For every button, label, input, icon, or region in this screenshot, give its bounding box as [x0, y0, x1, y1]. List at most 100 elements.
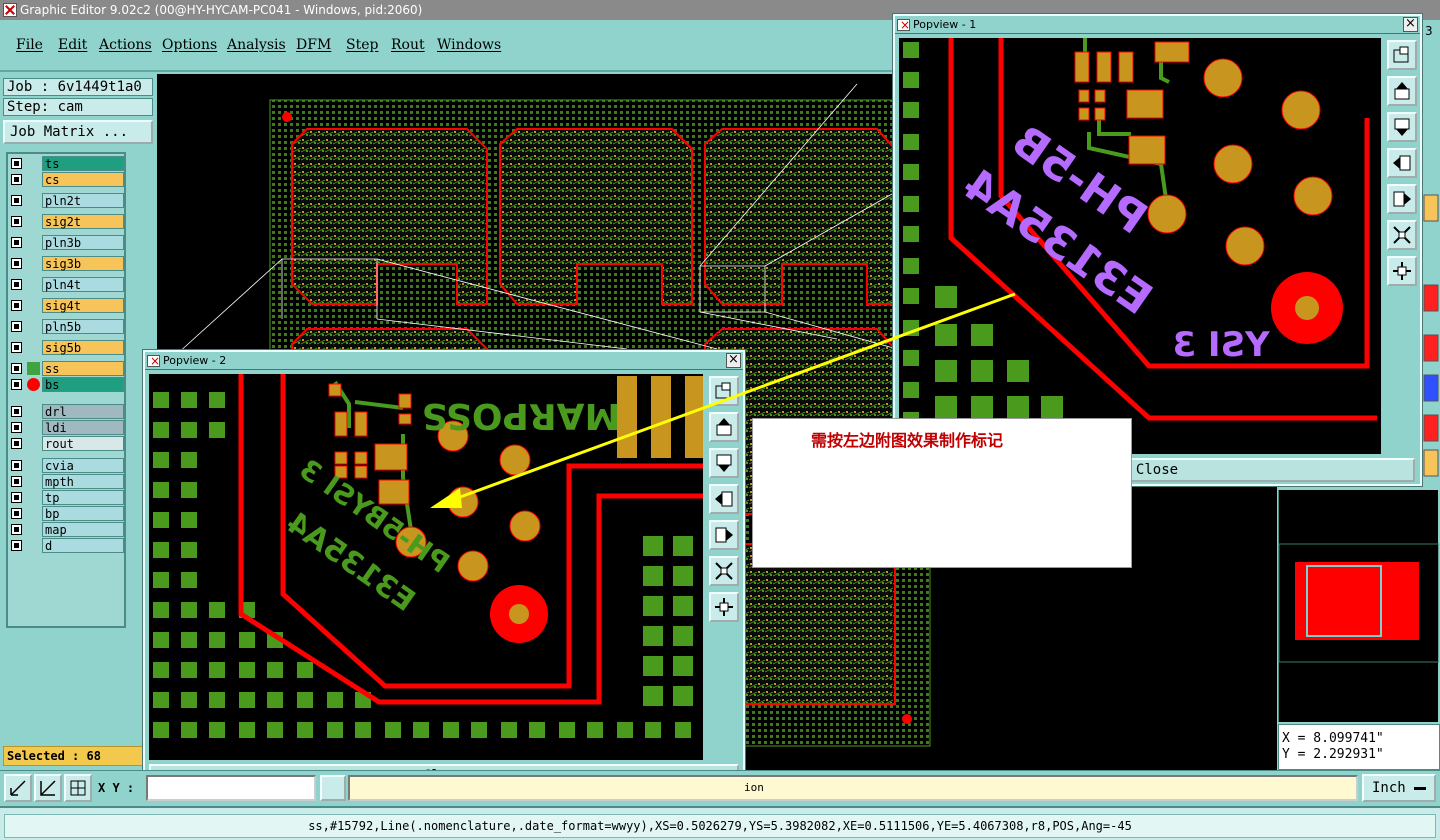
popview-2-zoom-out-icon[interactable] — [709, 556, 739, 586]
layer-row-sig5b[interactable]: sig5b — [8, 340, 124, 355]
measure-icon[interactable] — [4, 774, 32, 802]
snap-icon[interactable] — [34, 774, 62, 802]
layer-name[interactable]: bs — [42, 377, 124, 392]
layer-checkbox[interactable] — [11, 279, 22, 290]
layer-name[interactable]: mpth — [42, 474, 124, 489]
popview-1-zoom-out-icon[interactable] — [1387, 220, 1417, 250]
menu-file[interactable]: File — [16, 37, 43, 53]
layer-name[interactable]: ts — [42, 156, 124, 171]
layer-checkbox[interactable] — [11, 258, 22, 269]
popview-1-zoom-in-icon[interactable] — [1387, 256, 1417, 286]
popview-2-pan-up-icon[interactable] — [709, 412, 739, 442]
layer-name[interactable]: pln2t — [42, 193, 124, 208]
layer-checkbox[interactable] — [11, 460, 22, 471]
layer-checkbox[interactable] — [11, 476, 22, 487]
layer-row-d[interactable]: d — [8, 538, 124, 553]
layer-checkbox[interactable] — [11, 174, 22, 185]
layer-name[interactable]: bp — [42, 506, 124, 521]
layer-checkbox[interactable] — [11, 342, 22, 353]
app-icon[interactable] — [3, 3, 17, 17]
layer-name[interactable]: pln4t — [42, 277, 124, 292]
menu-options[interactable]: Options — [162, 37, 217, 53]
menu-step[interactable]: Step — [346, 37, 378, 53]
layer-checkbox[interactable] — [11, 379, 22, 390]
layer-checkbox[interactable] — [11, 422, 22, 433]
grid-icon[interactable] — [64, 774, 92, 802]
popview-2-zoom-in-icon[interactable] — [709, 592, 739, 622]
layer-checkbox[interactable] — [11, 406, 22, 417]
popview-1-pan-right-icon[interactable] — [1387, 184, 1417, 214]
layer-row-drl[interactable]: drl — [8, 404, 124, 419]
layer-name[interactable]: rout — [42, 436, 124, 451]
layer-checkbox[interactable] — [11, 524, 22, 535]
layer-checkbox[interactable] — [11, 540, 22, 551]
layer-name[interactable]: cs — [42, 172, 124, 187]
layer-checkbox[interactable] — [11, 438, 22, 449]
xy-apply-button[interactable] — [320, 775, 346, 801]
layer-row-ss[interactable]: ss — [8, 361, 124, 376]
layer-row-ldi[interactable]: ldi — [8, 420, 124, 435]
layer-checkbox[interactable] — [11, 158, 22, 169]
layer-row-ts[interactable]: ts — [8, 156, 124, 171]
menu-actions[interactable]: Actions — [99, 37, 152, 53]
layer-name[interactable]: ss — [42, 361, 124, 376]
layer-name[interactable]: sig2t — [42, 214, 124, 229]
job-matrix-button[interactable]: Job Matrix ... — [3, 120, 153, 144]
popview-1-pan-up-icon[interactable] — [1387, 76, 1417, 106]
popview-2-close-icon[interactable]: × — [726, 353, 741, 368]
popview-1-window[interactable]: Popview - 1 × — [892, 13, 1423, 487]
layer-row-mpth[interactable]: mpth — [8, 474, 124, 489]
popview-1-pan-left-icon[interactable] — [1387, 148, 1417, 178]
layer-checkbox[interactable] — [11, 492, 22, 503]
layer-name[interactable]: drl — [42, 404, 124, 419]
menu-analysis[interactable]: Analysis — [227, 37, 286, 53]
layer-checkbox[interactable] — [11, 300, 22, 311]
layer-name[interactable]: tp — [42, 490, 124, 505]
popview-1-close-icon[interactable]: × — [1403, 17, 1418, 32]
popview-2-pan-right-icon[interactable] — [709, 520, 739, 550]
layer-row-rout[interactable]: rout — [8, 436, 124, 451]
layer-name[interactable]: pln3b — [42, 235, 124, 250]
layer-row-tp[interactable]: tp — [8, 490, 124, 505]
layer-row-bp[interactable]: bp — [8, 506, 124, 521]
layer-row-pln2t[interactable]: pln2t — [8, 193, 124, 208]
menu-windows[interactable]: Windows — [437, 37, 501, 53]
layer-name[interactable]: d — [42, 538, 124, 553]
units-selector[interactable]: Inch — [1362, 774, 1436, 802]
layer-row-sig3b[interactable]: sig3b — [8, 256, 124, 271]
popview-1-zoom-window-icon[interactable] — [1387, 40, 1417, 70]
layer-name[interactable]: map — [42, 522, 124, 537]
layer-checkbox[interactable] — [11, 195, 22, 206]
layer-checkbox[interactable] — [11, 363, 22, 374]
layer-row-pln4t[interactable]: pln4t — [8, 277, 124, 292]
layer-checkbox[interactable] — [11, 216, 22, 227]
popview-2-titlebar[interactable]: Popview - 2 × — [145, 352, 743, 370]
overview-map[interactable] — [1278, 490, 1440, 722]
layer-name[interactable]: ldi — [42, 420, 124, 435]
layer-row-cvia[interactable]: cvia — [8, 458, 124, 473]
layer-name[interactable]: sig4t — [42, 298, 124, 313]
popview-2-zoom-window-icon[interactable] — [709, 376, 739, 406]
layer-row-pln3b[interactable]: pln3b — [8, 235, 124, 250]
layer-checkbox[interactable] — [11, 321, 22, 332]
layer-name[interactable]: pln5b — [42, 319, 124, 334]
layer-row-sig2t[interactable]: sig2t — [8, 214, 124, 229]
popview-2-window[interactable]: Popview - 2 × — [142, 349, 746, 793]
layer-row-bs[interactable]: bs — [8, 377, 124, 392]
layer-name[interactable]: sig3b — [42, 256, 124, 271]
layer-name[interactable]: sig5b — [42, 340, 124, 355]
layer-row-cs[interactable]: cs — [8, 172, 124, 187]
layer-name[interactable]: cvia — [42, 458, 124, 473]
menu-rout[interactable]: Rout — [391, 37, 425, 53]
layer-checkbox[interactable] — [11, 237, 22, 248]
popview-2-pan-down-icon[interactable] — [709, 448, 739, 478]
popview-1-titlebar[interactable]: Popview - 1 × — [895, 16, 1420, 34]
layer-checkbox[interactable] — [11, 508, 22, 519]
menu-dfm[interactable]: DFM — [296, 37, 331, 53]
layer-row-map[interactable]: map — [8, 522, 124, 537]
layer-row-sig4t[interactable]: sig4t — [8, 298, 124, 313]
layer-row-pln5b[interactable]: pln5b — [8, 319, 124, 334]
popview-2-pan-left-icon[interactable] — [709, 484, 739, 514]
popview-1-pan-down-icon[interactable] — [1387, 112, 1417, 142]
popview-1-view[interactable]: PH-5B E3135A4 YSI 3 — [899, 38, 1381, 454]
